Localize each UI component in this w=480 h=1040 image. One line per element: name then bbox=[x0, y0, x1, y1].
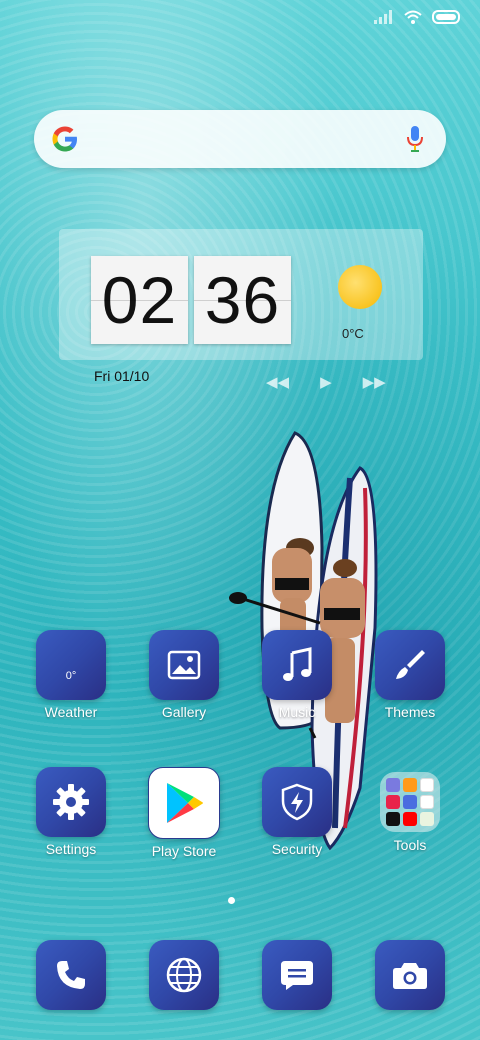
play-store-icon bbox=[148, 767, 220, 839]
mini-app-icon bbox=[386, 778, 400, 792]
app-settings[interactable]: Settings bbox=[33, 767, 109, 857]
clock-hours: 02 bbox=[91, 256, 188, 344]
app-themes[interactable]: Themes bbox=[372, 630, 448, 720]
messages-icon bbox=[262, 940, 332, 1010]
widget-date: Fri 01/10 bbox=[94, 368, 150, 384]
app-label: Security bbox=[271, 841, 323, 857]
status-bar bbox=[374, 10, 462, 24]
dock-camera[interactable] bbox=[372, 940, 448, 1010]
app-weather[interactable]: 0° Weather bbox=[33, 630, 109, 720]
media-controls: ◀◀ ▶ ▶▶ bbox=[266, 374, 386, 392]
mini-app-icon bbox=[420, 795, 434, 809]
folder-icon bbox=[380, 772, 440, 832]
browser-icon bbox=[149, 940, 219, 1010]
signal-icon bbox=[374, 10, 392, 24]
app-music[interactable]: Music bbox=[259, 630, 335, 720]
google-search-bar[interactable] bbox=[34, 110, 446, 168]
mini-app-icon bbox=[386, 795, 400, 809]
mini-app-icon bbox=[420, 778, 434, 792]
mini-app-icon bbox=[403, 778, 417, 792]
clock-weather-widget[interactable]: 02 36 0°C bbox=[59, 229, 423, 360]
app-security[interactable]: Security bbox=[259, 767, 335, 857]
app-label: Gallery bbox=[161, 704, 207, 720]
app-label: Tools bbox=[393, 837, 427, 853]
clock-minutes: 36 bbox=[194, 256, 291, 344]
mini-app-icon bbox=[420, 812, 434, 826]
dock-messages[interactable] bbox=[259, 940, 335, 1010]
app-label: Music bbox=[278, 704, 316, 720]
app-gallery[interactable]: Gallery bbox=[146, 630, 222, 720]
dock-phone[interactable] bbox=[33, 940, 109, 1010]
app-label: Play Store bbox=[151, 843, 217, 859]
next-icon[interactable]: ▶▶ bbox=[363, 374, 386, 392]
page-indicator-dot bbox=[228, 897, 235, 904]
mini-app-icon bbox=[386, 812, 400, 826]
app-label: Weather bbox=[44, 704, 98, 720]
app-tools-folder[interactable]: Tools bbox=[372, 767, 448, 853]
weather-icon: 0° bbox=[36, 630, 106, 700]
wifi-icon bbox=[404, 10, 422, 24]
battery-icon bbox=[432, 10, 460, 24]
weather-badge: 0° bbox=[65, 670, 77, 682]
play-icon[interactable]: ▶ bbox=[320, 374, 332, 392]
app-label: Themes bbox=[384, 704, 436, 720]
music-icon bbox=[262, 630, 332, 700]
sun-icon bbox=[338, 265, 382, 309]
camera-icon bbox=[375, 940, 445, 1010]
mini-app-icon bbox=[403, 812, 417, 826]
mini-app-icon bbox=[403, 795, 417, 809]
paintbrush-icon bbox=[375, 630, 445, 700]
phone-icon bbox=[36, 940, 106, 1010]
google-logo bbox=[52, 126, 77, 152]
mic-icon[interactable] bbox=[406, 125, 424, 153]
gallery-icon bbox=[149, 630, 219, 700]
shield-icon bbox=[262, 767, 332, 837]
weather-temperature: 0°C bbox=[342, 326, 364, 341]
app-label: Settings bbox=[45, 841, 97, 857]
previous-icon[interactable]: ◀◀ bbox=[266, 374, 289, 392]
app-play-store[interactable]: Play Store bbox=[146, 767, 222, 859]
dock-browser[interactable] bbox=[146, 940, 222, 1010]
gear-icon bbox=[36, 767, 106, 837]
